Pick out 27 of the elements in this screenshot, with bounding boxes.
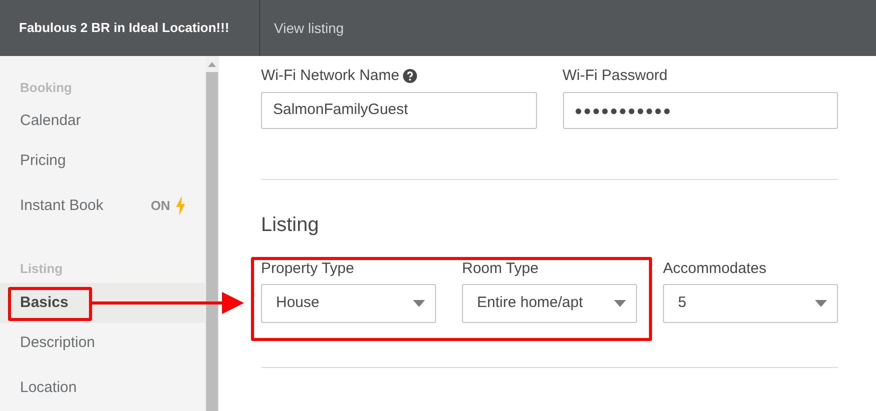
field-label: Room Type	[462, 258, 538, 279]
sidebar-item[interactable]: Instant Book ON	[0, 181, 206, 231]
select-field[interactable]: House	[261, 284, 436, 323]
field-label: Wi-Fi Password	[562, 66, 668, 86]
instant-book-status: ON	[150, 197, 170, 216]
section-title: Listing	[261, 213, 319, 238]
help-icon[interactable]	[403, 69, 418, 83]
listing-title: Fabulous 2 BR in Ideal Location!!!	[19, 19, 230, 38]
field-label: Property Type	[261, 258, 354, 279]
text-field[interactable]: ●●●●●●●●●●●	[562, 92, 838, 129]
sidebar-item[interactable]: Pricing	[0, 141, 206, 181]
dropdown-caret-icon	[413, 300, 425, 307]
field-label: Wi-Fi Network Name	[261, 66, 400, 86]
sidebar-item[interactable]: Location	[0, 363, 206, 411]
dropdown-caret-icon	[614, 300, 626, 307]
select-field[interactable]: 5	[663, 284, 838, 323]
lightning-icon	[176, 196, 186, 216]
sidebar-item[interactable]: Calendar	[0, 101, 206, 141]
field-label: Accommodates	[663, 258, 766, 279]
select-field[interactable]: Entire home/apt	[462, 284, 637, 323]
text-field[interactable]: SalmonFamilyGuest	[261, 92, 536, 129]
view-listing-link[interactable]: View listing	[274, 18, 344, 38]
scroll-up-icon[interactable]	[208, 62, 216, 67]
sidebar-item[interactable]: Description	[0, 323, 206, 363]
section-heading: Listing	[20, 260, 63, 278]
dropdown-caret-icon	[815, 300, 827, 307]
section-heading: Booking	[20, 79, 72, 98]
